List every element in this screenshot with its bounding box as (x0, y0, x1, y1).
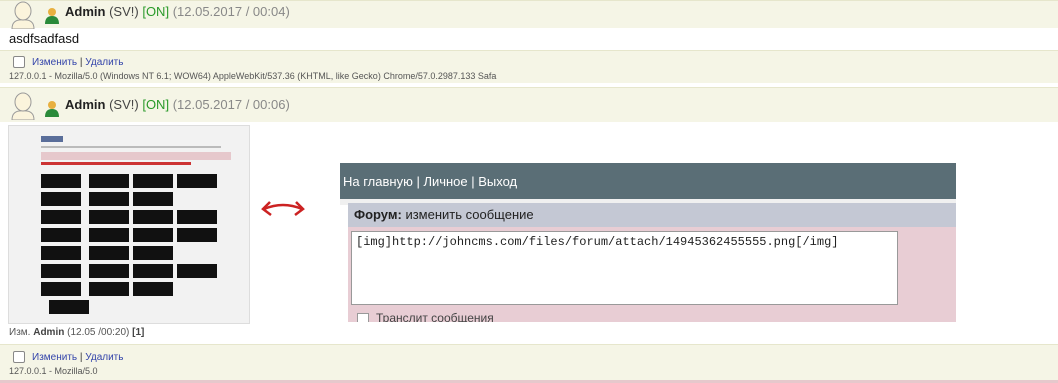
embedded-form-label: Форум: (354, 207, 402, 222)
edited-count: [1] (132, 327, 145, 338)
author-name[interactable]: Admin (65, 97, 105, 112)
select-post-checkbox[interactable] (13, 351, 25, 363)
user-status-icon (45, 8, 59, 24)
embedded-translit-checkbox (357, 313, 369, 322)
edit-link[interactable]: Изменить (32, 57, 77, 68)
separator: | (79, 352, 83, 363)
post-1-footer: Изменить | Удалить 127.0.0.1 - Mozilla/5… (0, 50, 1058, 83)
embedded-nav-bar: На главную | Личное | Выход (340, 163, 956, 199)
post-time: (12.05.2017 / 00:06) (172, 97, 290, 112)
online-status: [ON] (142, 97, 170, 112)
edit-link[interactable]: Изменить (32, 352, 77, 363)
delete-link[interactable]: Удалить (85, 57, 123, 68)
author-name[interactable]: Admin (65, 4, 105, 19)
avatar-icon (11, 92, 35, 120)
embedded-form-area: [img]http://johncms.com/files/forum/atta… (348, 227, 956, 322)
edited-time: (12.05 /00:20) (67, 327, 130, 338)
embedded-form-header: Форум: изменить сообщение (348, 203, 956, 227)
online-status: [ON] (142, 4, 170, 19)
post-2-footer: Изменить | Удалить 127.0.0.1 - Mozilla/5… (0, 344, 1058, 381)
author-role: (SV!) (109, 97, 139, 112)
edited-info: Изм. Admin (12.05 /00:20) [1] (9, 327, 144, 338)
attached-thumbnail[interactable] (8, 125, 250, 324)
post-2-header: Admin (SV!) [ON] (12.05.2017 / 00:06) (0, 87, 1058, 122)
post-2-author-line: Admin (SV!) [ON] (12.05.2017 / 00:06) (65, 97, 290, 112)
avatar-icon (11, 1, 35, 29)
author-role: (SV!) (109, 4, 139, 19)
select-post-checkbox[interactable] (13, 56, 25, 68)
post-1-header: Admin (SV!) [ON] (12.05.2017 / 00:04) (0, 0, 1058, 29)
user-status-icon (45, 101, 59, 117)
post-1-author-line: Admin (SV!) [ON] (12.05.2017 / 00:04) (65, 4, 290, 19)
edited-prefix: Изм. (9, 327, 31, 338)
post-1-actions: Изменить | Удалить (32, 57, 123, 68)
post-2-user-agent: 127.0.0.1 - Mozilla/5.0 (9, 366, 98, 376)
embedded-nav-links: На главную | Личное | Выход (343, 174, 518, 189)
post-1-text: asdfsadfasd (9, 31, 80, 46)
separator: | (79, 57, 83, 68)
post-2-actions: Изменить | Удалить (32, 352, 123, 363)
post-time: (12.05.2017 / 00:04) (172, 4, 290, 19)
post-1-user-agent: 127.0.0.1 - Mozilla/5.0 (Windows NT 6.1;… (9, 71, 497, 81)
embedded-screenshot: На главную | Личное | Выход Форум: измен… (340, 155, 956, 322)
embedded-translit-label: Транслит сообщения (376, 311, 494, 322)
delete-link[interactable]: Удалить (85, 352, 123, 363)
embedded-form-action: изменить сообщение (405, 207, 534, 222)
double-arrow-icon (261, 201, 305, 216)
embedded-message-textarea: [img]http://johncms.com/files/forum/atta… (351, 231, 898, 305)
edited-by: Admin (33, 327, 65, 338)
